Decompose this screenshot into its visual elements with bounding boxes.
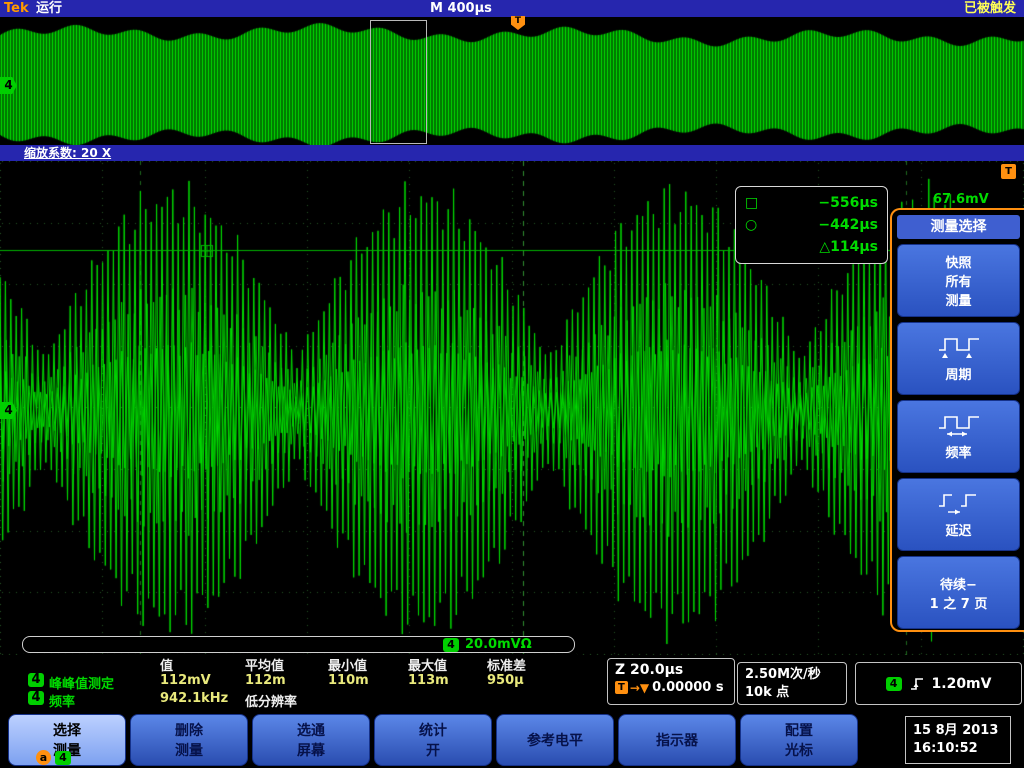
bottom-menu-statistics[interactable]: 统计 开 bbox=[374, 714, 492, 766]
meas-row1-value: 112mV bbox=[160, 673, 211, 688]
meas-row2-name: 频率 bbox=[49, 695, 76, 710]
knob-indicators: a 4 bbox=[36, 750, 71, 765]
meas-row1-name: 峰峰值测定 bbox=[49, 677, 115, 692]
bottom-menu-configure-cursors[interactable]: 配置 光标 bbox=[740, 714, 858, 766]
channel-4-badge: 4 bbox=[28, 691, 44, 705]
cursor-delta-row: △114µs bbox=[745, 236, 878, 258]
menu-button-snapshot-all[interactable]: 快照 所有 测量 bbox=[897, 244, 1020, 317]
bottom-menu-gating[interactable]: 选通 屏幕 bbox=[252, 714, 370, 766]
record-length-value: 10k 点 bbox=[745, 685, 790, 700]
acquisition-box: 2.50M次/秒 10k 点 bbox=[737, 662, 847, 705]
run-status: 运行 bbox=[36, 1, 63, 16]
zoom-factor-bar: 缩放系数: 20 X bbox=[0, 145, 1024, 161]
side-menu-title: 测量选择 bbox=[897, 215, 1020, 239]
channel-4-badge: 4 bbox=[28, 673, 44, 687]
measurement-table: 值 平均值 最小值 最大值 标准差 4 峰峰值测定 112mV 112m 110… bbox=[22, 654, 577, 712]
trigger-marker-icon[interactable]: T bbox=[1001, 164, 1016, 179]
trigger-readout-box: 4 1.20mV bbox=[855, 662, 1022, 705]
channel-4-badge: 4 bbox=[55, 750, 71, 765]
zoom-window-bracket[interactable] bbox=[370, 20, 427, 144]
cursor1-row: □ −556µs bbox=[745, 192, 878, 214]
top-status-bar: Tek 运行 M 400µs 已被触发 bbox=[0, 0, 1024, 17]
zoom-timebase-value: Z 20.0µs bbox=[615, 662, 684, 678]
time-value: 16:10:52 bbox=[913, 741, 978, 756]
datetime-box: 15 8月 2013 16:10:52 bbox=[905, 716, 1011, 764]
meas-row1-stddev: 950µ bbox=[487, 673, 524, 688]
meas-header-value: 值 bbox=[160, 659, 174, 674]
meas-header-min: 最小值 bbox=[328, 659, 368, 674]
overview-waveform-canvas bbox=[0, 16, 1024, 145]
date-value: 15 8月 2013 bbox=[913, 723, 999, 738]
delay-waveform-icon bbox=[938, 494, 976, 515]
meas-header-max: 最大值 bbox=[408, 659, 448, 674]
channel-scale-pill: 4 20.0mVΩ bbox=[22, 636, 575, 653]
meas-header-mean: 平均值 bbox=[245, 659, 285, 674]
meas-row1-mean: 112m bbox=[245, 673, 286, 688]
cursor1-square-icon: □ bbox=[745, 195, 759, 211]
menu-button-delay-label: 延迟 bbox=[945, 524, 972, 539]
trigger-symbol-icon: T bbox=[615, 681, 628, 694]
rising-edge-slope-icon bbox=[910, 677, 923, 690]
meas-row2-note: 低分辨率 bbox=[245, 695, 298, 710]
bottom-menu-remove-measurement[interactable]: 删除 测量 bbox=[130, 714, 248, 766]
menu-button-more-pages[interactable]: 待续− 1 之 7 页 bbox=[897, 556, 1020, 629]
zoom-timebase-box: Z 20.0µs T →▼ 0.00000 s bbox=[607, 658, 735, 705]
bottom-menu-reference-levels[interactable]: 参考电平 bbox=[496, 714, 614, 766]
channel-4-badge: 4 bbox=[885, 676, 902, 691]
cursor2-circle-icon: ○ bbox=[745, 217, 758, 233]
cursor-amplitude-readout: 67.6mV bbox=[933, 192, 989, 207]
side-menu-panel: 测量选择 快照 所有 测量 周期 频率 延迟 待续− 1 之 7 页 bbox=[890, 208, 1024, 632]
oscilloscope-screen: Tek 运行 M 400µs 已被触发 4 T 缩放系数: 20 X 4 T 6… bbox=[0, 0, 1024, 768]
tek-logo: Tek bbox=[4, 1, 29, 16]
menu-button-frequency[interactable]: 频率 bbox=[897, 400, 1020, 473]
meas-row1-max: 113m bbox=[408, 673, 449, 688]
cursor-delta-value: △114µs bbox=[819, 239, 878, 255]
multipurpose-knob-a-icon: a bbox=[36, 750, 51, 765]
sample-rate-value: 2.50M次/秒 bbox=[745, 667, 821, 682]
cursor-readout-box: □ −556µs ○ −442µs △114µs bbox=[735, 186, 888, 264]
trigger-status: 已被触发 bbox=[963, 1, 1016, 16]
horizontal-position-value: 0.00000 s bbox=[652, 680, 724, 695]
cursor2-value: −442µs bbox=[818, 217, 878, 233]
zoom-factor-label: 缩放系数: 20 X bbox=[24, 146, 112, 160]
meas-row2-value: 942.1kHz bbox=[160, 691, 229, 706]
menu-button-delay[interactable]: 延迟 bbox=[897, 478, 1020, 551]
cursor2-row: ○ −442µs bbox=[745, 214, 878, 236]
meas-header-stddev: 标准差 bbox=[487, 659, 527, 674]
bottom-menu-indicators[interactable]: 指示器 bbox=[618, 714, 736, 766]
channel-4-badge: 4 bbox=[443, 637, 459, 652]
position-arrow-icon: →▼ bbox=[629, 680, 650, 695]
channel-scale-value: 20.0mVΩ bbox=[465, 637, 532, 652]
main-timebase-readout: M 400µs bbox=[430, 1, 492, 16]
menu-button-period-label: 周期 bbox=[945, 368, 972, 383]
meas-row1-min: 110m bbox=[328, 673, 369, 688]
menu-button-frequency-label: 频率 bbox=[945, 446, 972, 461]
trigger-level-value: 1.20mV bbox=[931, 675, 992, 692]
frequency-waveform-icon bbox=[938, 416, 979, 437]
period-waveform-icon bbox=[938, 338, 979, 358]
menu-button-period[interactable]: 周期 bbox=[897, 322, 1020, 395]
cursor1-value: −556µs bbox=[818, 195, 878, 211]
